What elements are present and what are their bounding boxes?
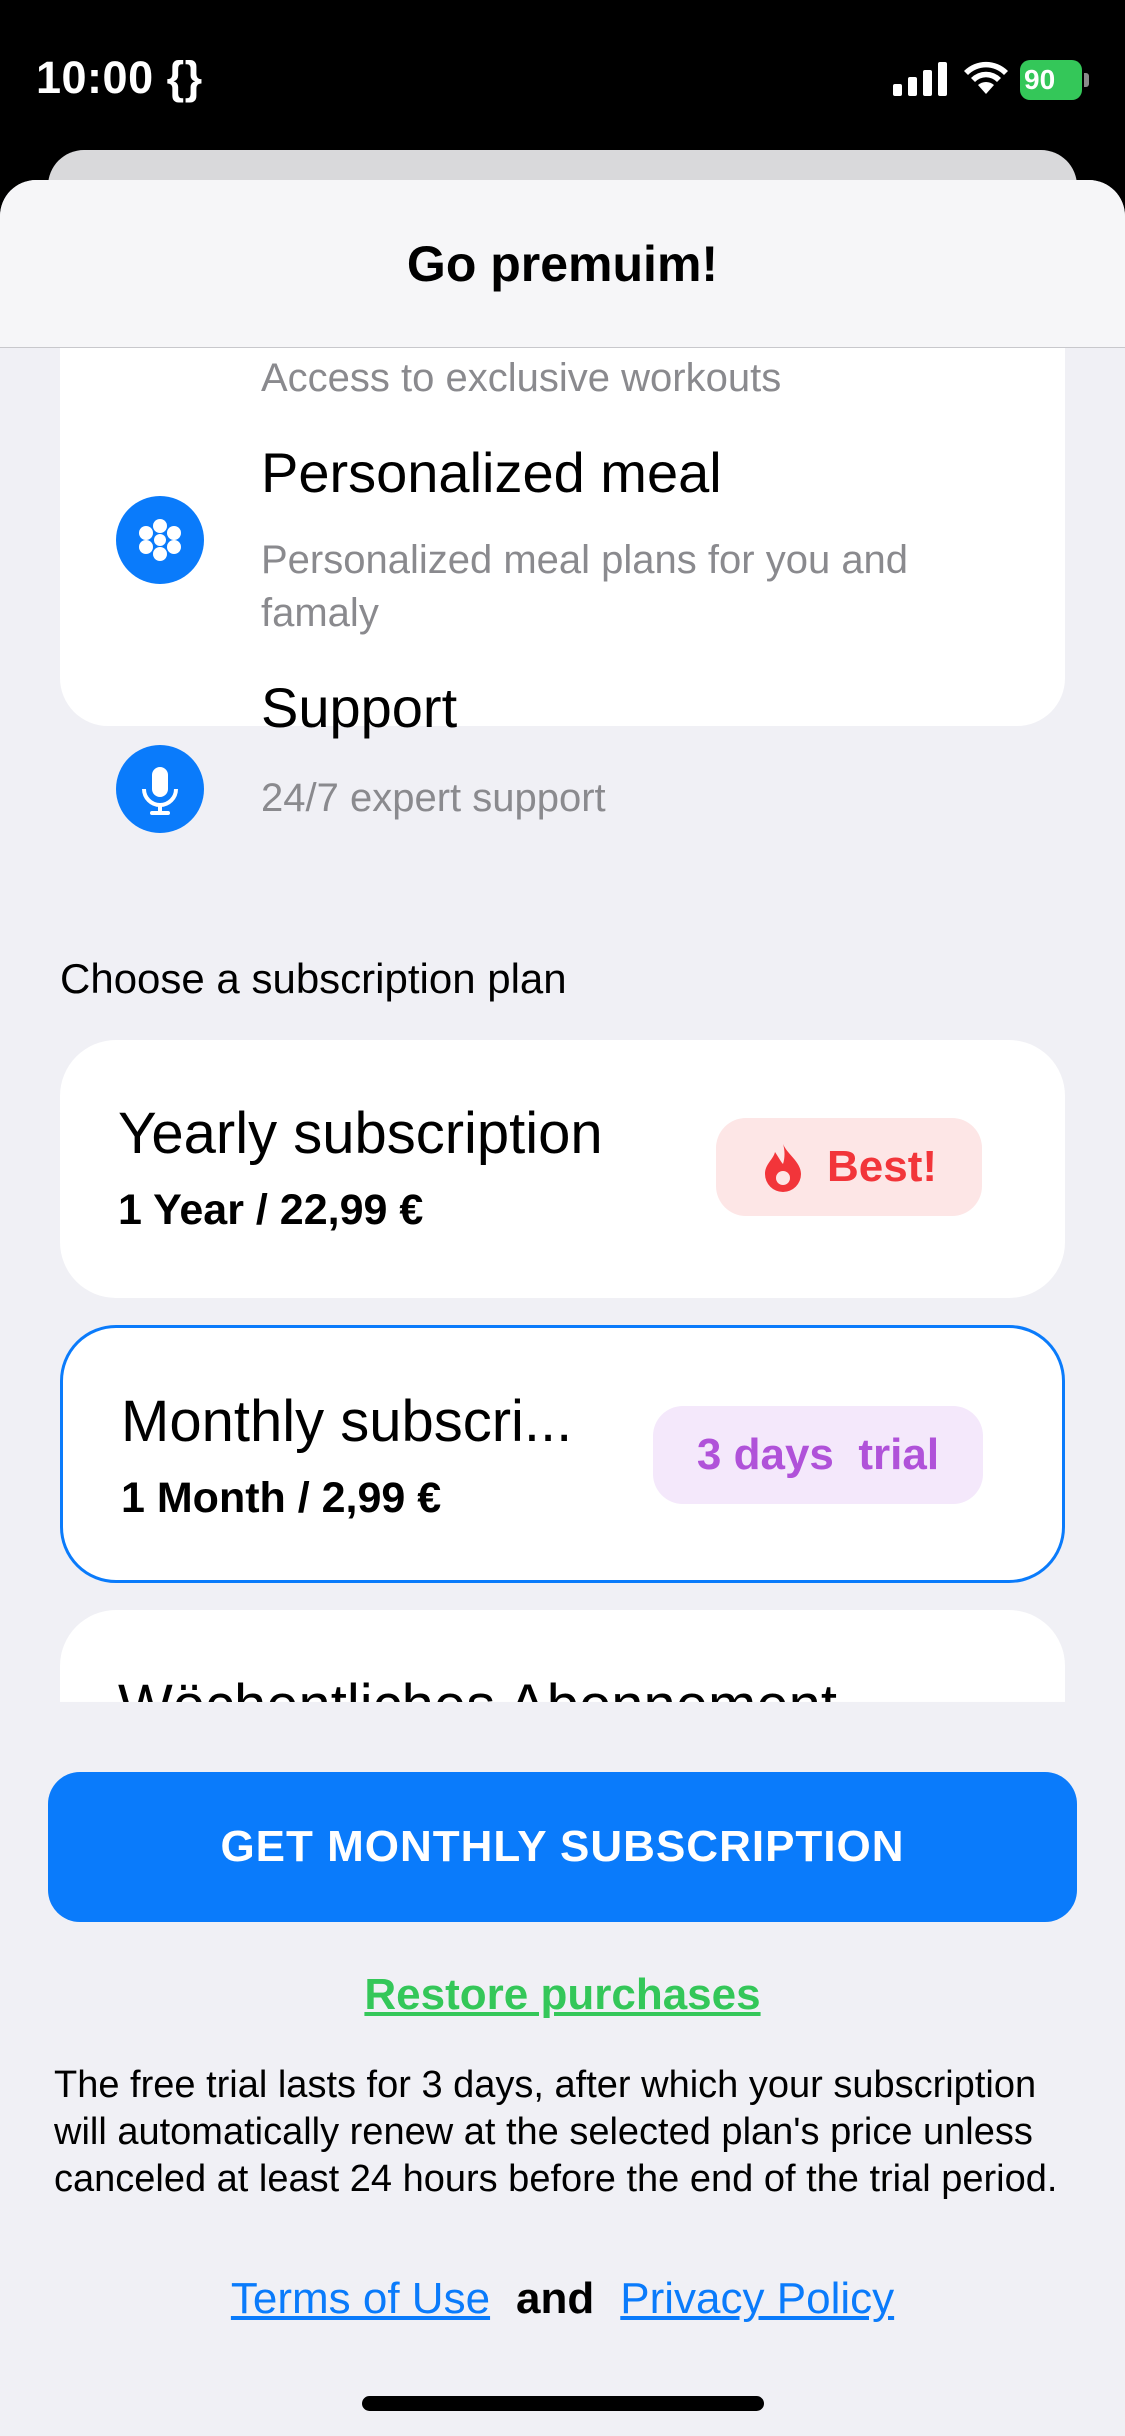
feature-title: Personalized meal [261,441,722,504]
feature-description: 24/7 expert support [261,776,606,820]
get-subscription-button[interactable]: GET MONTHLY SUBSCRIPTION [48,1772,1077,1922]
sheet-header: Go premuim! [0,180,1125,348]
best-badge: Best! [716,1118,982,1216]
terms-of-use-link[interactable]: Terms of Use [231,2274,490,2323]
plan-card-yearly[interactable]: Yearly subscription 1 Year / 22,99 € Bes… [60,1040,1065,1298]
bottom-panel: GET MONTHLY SUBSCRIPTION Restore purchas… [0,1702,1125,2436]
app-screen: 10:00 {} 90 Go premuim! Access to exclus… [0,0,1125,2436]
cellular-signal-icon [893,62,947,96]
feature-title: Support [261,676,458,739]
battery-level: 90 [1024,64,1056,95]
plan-card-monthly[interactable]: Monthly subscri... 1 Month / 2,99 € 3 da… [60,1325,1065,1583]
feature-description: Access to exclusive workouts [261,356,782,400]
status-bar: 10:00 {} 90 [0,0,1125,150]
plan-price: 1 Year / 22,99 € [118,1186,424,1234]
microphone-icon [116,745,204,833]
paywall-sheet: Go premuim! Access to exclusive workouts [0,180,1125,2436]
home-indicator[interactable] [362,2396,764,2411]
and-label: and [516,2274,595,2323]
best-badge-label: Best! [826,1142,938,1191]
plan-name: Yearly subscription [118,1101,603,1166]
trial-disclaimer: The free trial lasts for 3 days, after w… [54,2064,1058,2200]
privacy-policy-link[interactable]: Privacy Policy [620,2274,894,2323]
sheet-title: Go premuim! [406,236,719,292]
flame-icon [764,1144,801,1192]
trial-badge: 3 days trial [653,1406,983,1504]
plans-section-label: Choose a subscription plan [60,955,567,1002]
feature-description: Personalized meal plans for you and fama… [261,538,909,635]
wifi-icon [964,61,1008,94]
plan-name: Monthly subscri... [121,1389,573,1454]
restore-purchases-link[interactable]: Restore purchases [0,1970,1125,2020]
plan-price: 1 Month / 2,99 € [121,1474,442,1522]
flower-icon [116,496,204,584]
legal-links: Terms of Use and Privacy Policy [0,2274,1125,2324]
status-time: 10:00 {} [36,52,203,103]
battery-icon: 90 [1020,60,1090,100]
